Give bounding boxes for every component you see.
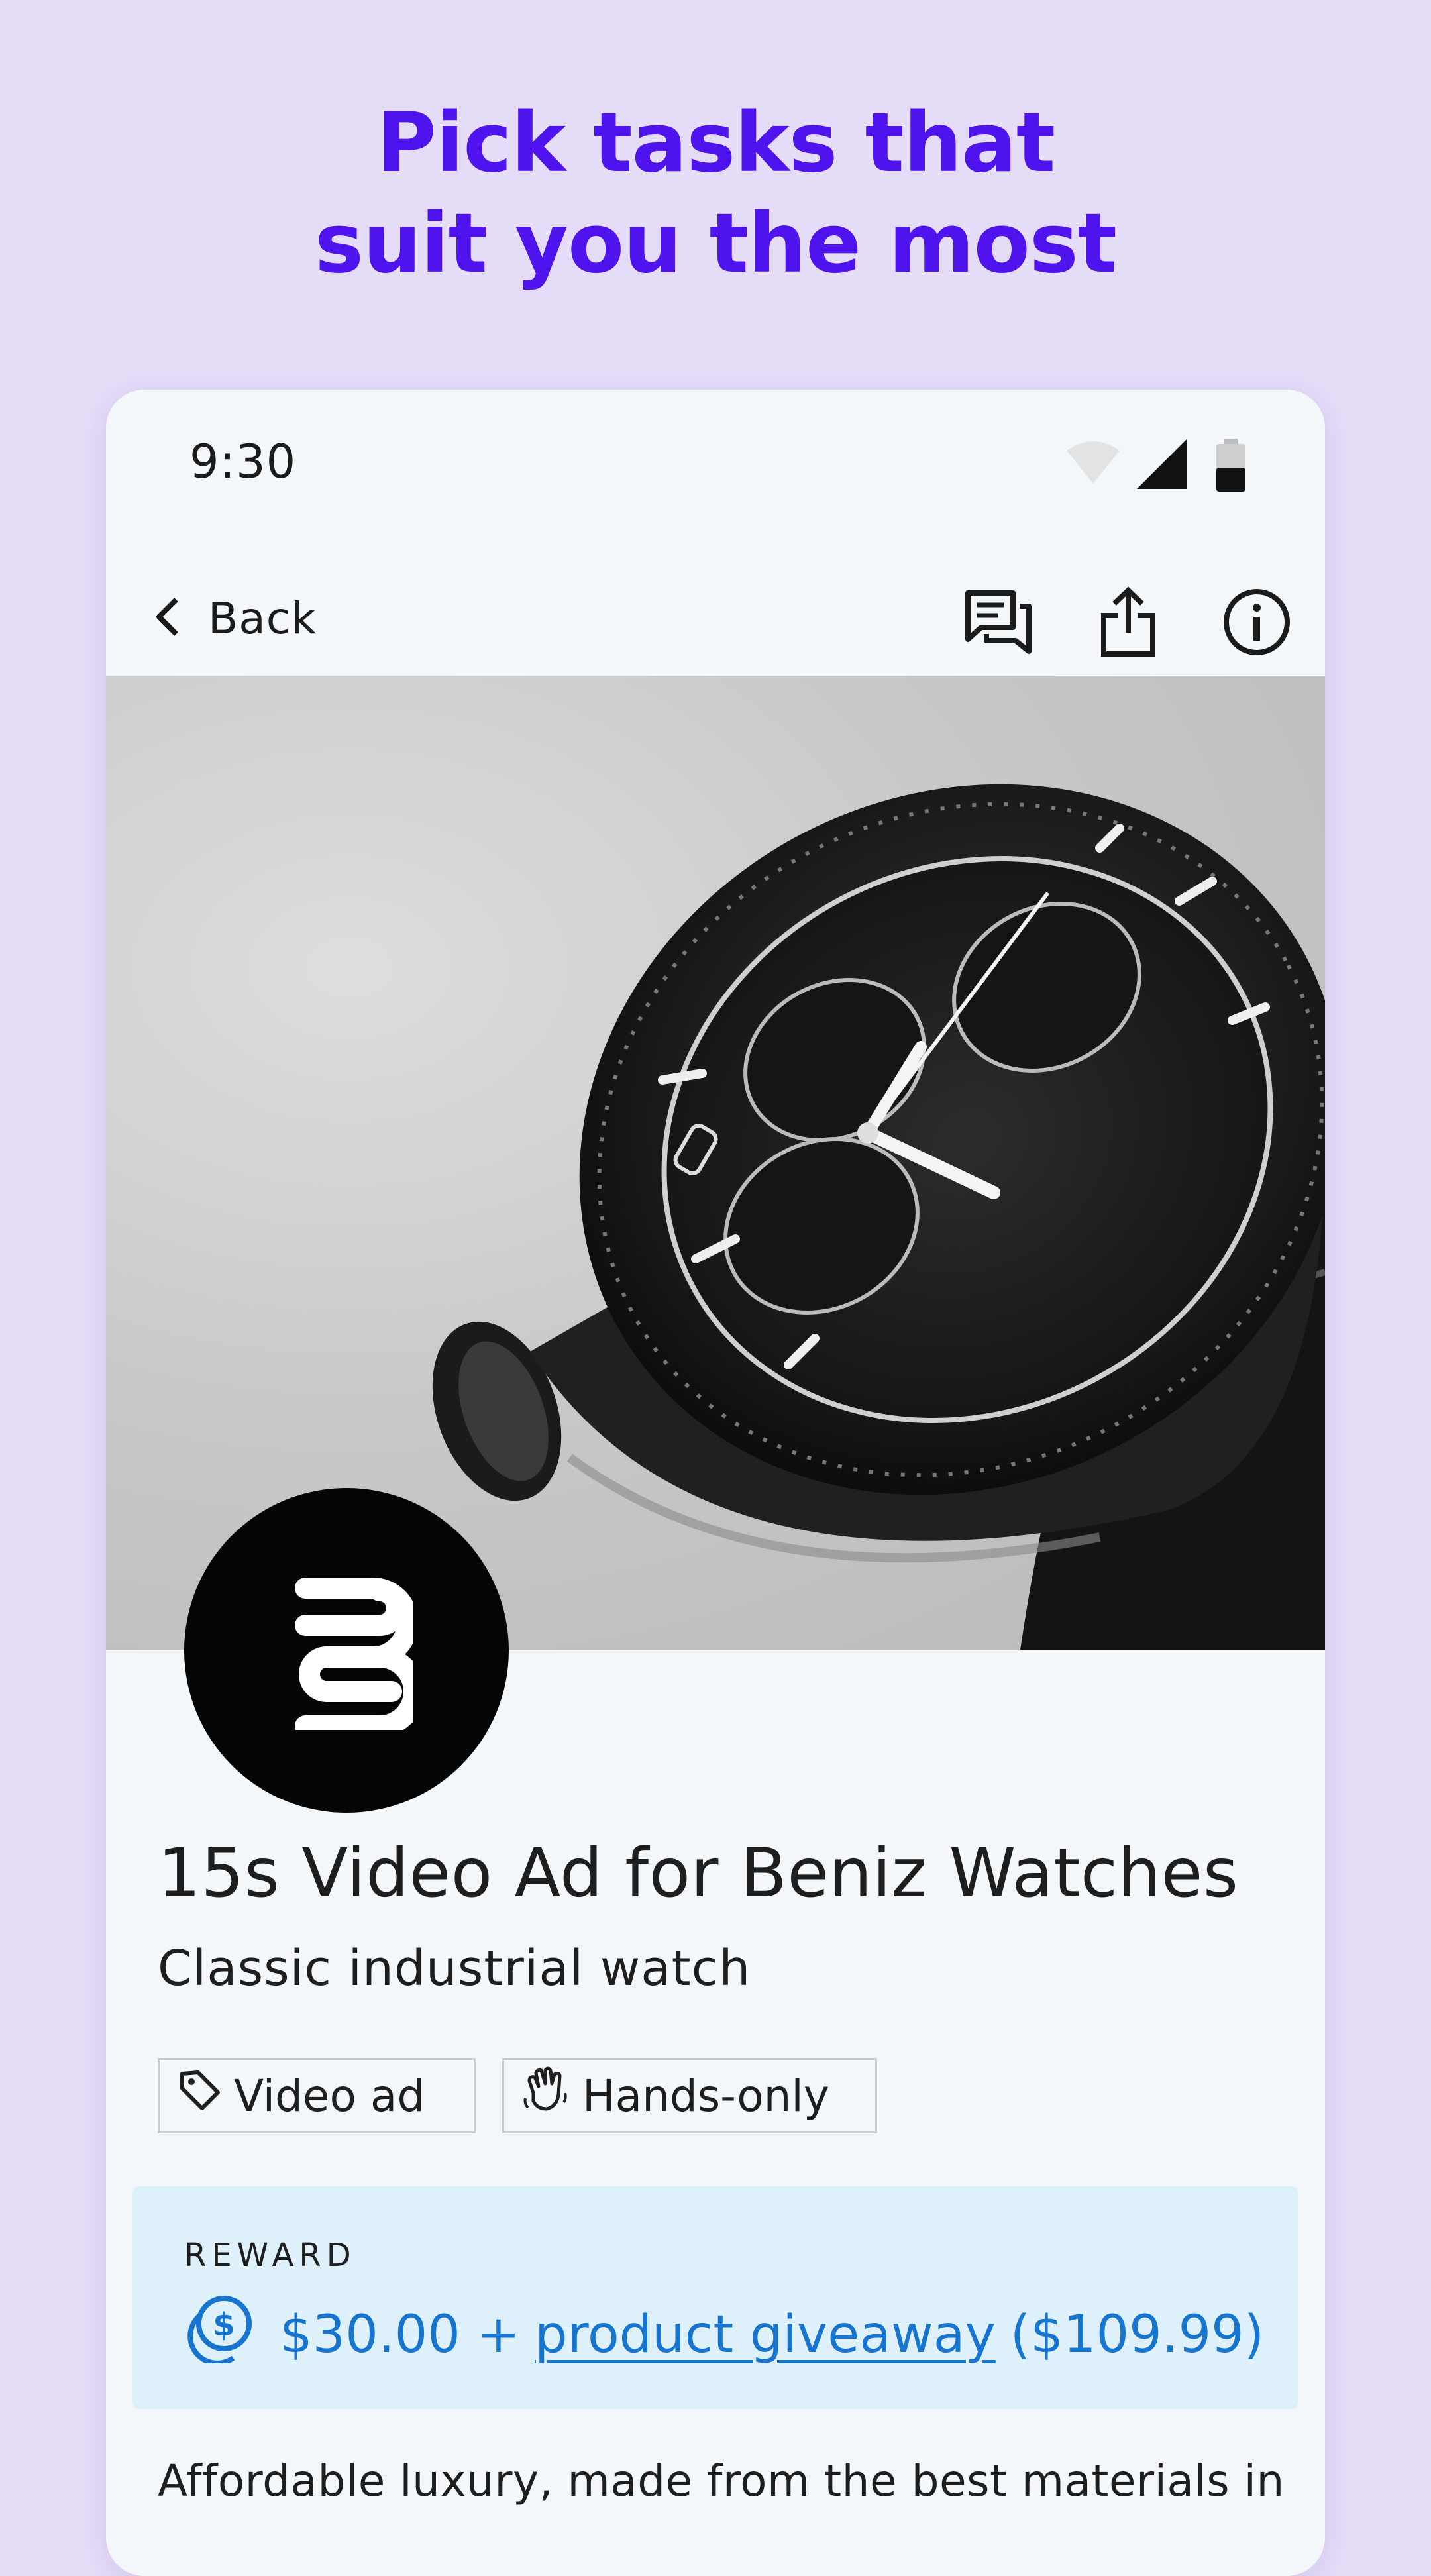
status-time: 9:30 — [189, 435, 297, 489]
task-description: Affordable luxury, made from the best ma… — [158, 2455, 1285, 2506]
phone-screen: 9:30 Back 15s Video Ad for Beniz Watches… — [106, 390, 1325, 2576]
tag-label: Hands-only — [582, 2070, 829, 2121]
reward-amount: $30.00 + — [280, 2305, 521, 2365]
promo-headline-line1: Pick tasks that — [376, 95, 1055, 191]
reward-line: $ $30.00 + product giveaway ($109.99) — [184, 2295, 1264, 2375]
wifi-icon — [1067, 439, 1120, 488]
product-giveaway-link[interactable]: product giveaway — [535, 2305, 996, 2365]
share-icon[interactable] — [1092, 586, 1165, 659]
task-title: 15s Video Ad for Beniz Watches — [158, 1834, 1239, 1913]
svg-text:$: $ — [213, 2306, 235, 2343]
tag-chip-video-ad: Video ad — [158, 2058, 476, 2133]
signal-icon — [1137, 439, 1187, 492]
battery-icon — [1216, 439, 1246, 494]
promo-headline: Pick tasks that suit you the most — [0, 93, 1431, 294]
promo-headline-line2: suit you the most — [315, 196, 1117, 292]
brand-logo — [184, 1488, 509, 1813]
task-subtitle: Classic industrial watch — [158, 1940, 751, 1997]
reward-value: ($109.99) — [1010, 2305, 1265, 2365]
hand-icon — [523, 2066, 570, 2125]
tag-label: Video ad — [234, 2070, 425, 2121]
reward-label: REWARD — [184, 2237, 356, 2274]
tag-chip-hands-only: Hands-only — [502, 2058, 877, 2133]
chevron-left-icon — [152, 596, 182, 641]
top-app-bar: Back — [106, 568, 1325, 668]
back-button[interactable]: Back — [152, 588, 317, 648]
reward-panel: REWARD $ $30.00 + product giveaway ($109… — [132, 2186, 1298, 2409]
chat-icon[interactable] — [962, 586, 1035, 659]
coins-icon: $ — [184, 2294, 253, 2376]
info-icon[interactable] — [1220, 586, 1293, 659]
tag-icon — [178, 2068, 222, 2123]
back-label: Back — [208, 592, 317, 644]
